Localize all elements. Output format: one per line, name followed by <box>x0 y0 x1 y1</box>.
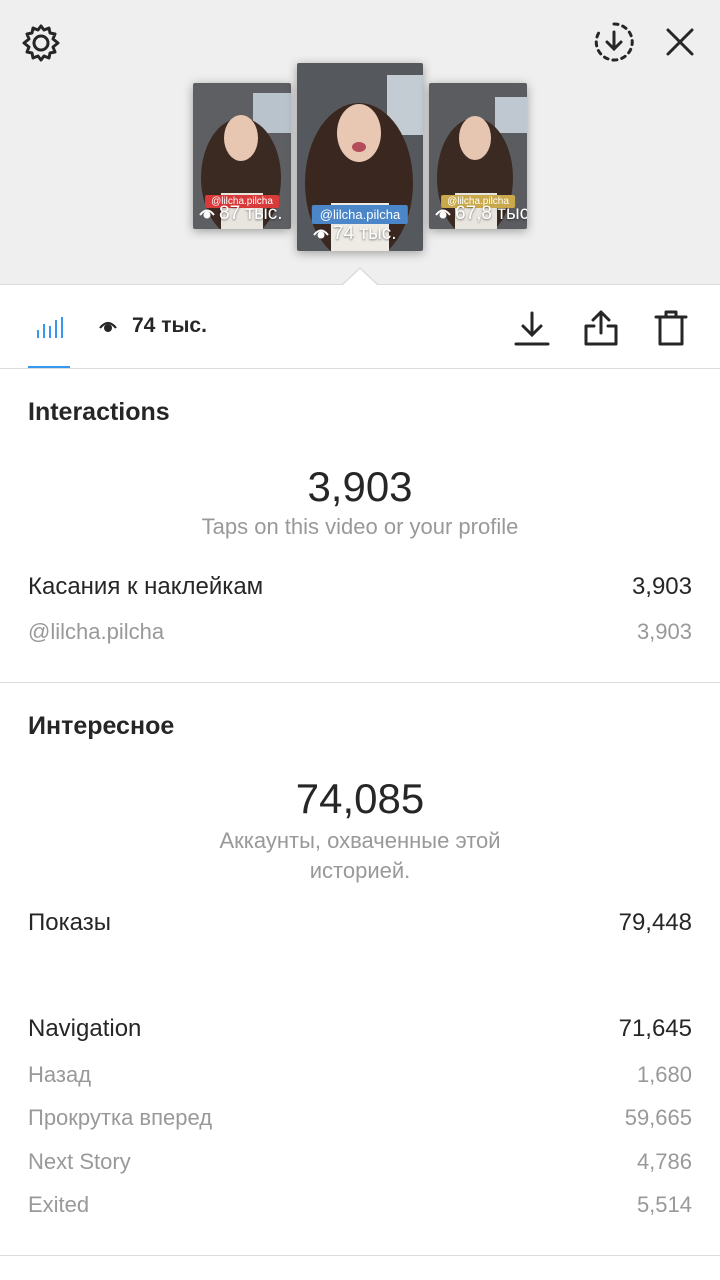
view-count: 67,8 тыс. <box>435 203 527 225</box>
gear-icon[interactable] <box>20 22 62 64</box>
eye-icon <box>199 209 215 219</box>
selection-pointer <box>342 269 378 286</box>
mention-taps-row: @lilcha.pilcha 3,903 <box>28 619 692 645</box>
interactions-total: 3,903 <box>307 463 413 510</box>
story-thumbnail-selected[interactable]: @lilcha.pilcha 74 тыс. <box>297 63 423 251</box>
close-icon[interactable] <box>660 22 700 62</box>
viewers-count: 74 тыс. <box>132 314 207 337</box>
active-tab-indicator <box>28 366 70 368</box>
eye-icon <box>99 321 117 332</box>
eye-icon <box>435 209 451 219</box>
section-divider <box>0 682 720 683</box>
sticker-taps-label: Касания к наклейкам <box>28 573 264 600</box>
nav-forward-label: Прокрутка вперед <box>28 1105 213 1130</box>
nav-back-row: Назад 1,680 <box>28 1062 692 1088</box>
view-count-value: 67,8 тыс. <box>455 203 527 224</box>
nav-exited-row: Exited 5,514 <box>28 1192 692 1218</box>
nav-next-story-value: 4,786 <box>636 1149 692 1174</box>
impressions-value: 79,448 <box>618 909 692 936</box>
nav-exited-label: Exited <box>28 1192 90 1217</box>
reach-total: 74,085 <box>295 775 425 822</box>
trash-icon[interactable] <box>651 308 691 348</box>
nav-forward-value: 59,665 <box>624 1105 692 1130</box>
eye-icon <box>313 229 329 239</box>
nav-back-label: Назад <box>28 1062 92 1087</box>
impressions-label: Показы <box>28 909 111 936</box>
view-count: 74 тыс. <box>313 223 397 245</box>
navigation-value: 71,645 <box>618 1015 692 1042</box>
reach-caption: Аккаунты, охваченные этой историей. <box>219 828 501 883</box>
share-icon[interactable] <box>581 308 621 348</box>
view-count-value: 87 тыс. <box>219 203 283 224</box>
mention-taps-label: @lilcha.pilcha <box>28 619 165 644</box>
story-thumbnail[interactable]: @lilcha.pilcha 87 тыс. <box>193 83 291 229</box>
interactions-caption: Taps on this video or your profile <box>201 514 519 539</box>
story-preview-area: @lilcha.pilcha 87 тыс. @lilcha.pilcha 74… <box>0 0 720 286</box>
nav-back-value: 1,680 <box>636 1062 692 1087</box>
download-icon[interactable] <box>512 308 552 348</box>
navigation-label: Navigation <box>28 1015 142 1042</box>
mention-taps-value: 3,903 <box>636 619 692 644</box>
view-count: 87 тыс. <box>199 203 283 225</box>
nav-next-story-row: Next Story 4,786 <box>28 1149 692 1175</box>
discovery-title: Интересное <box>28 712 175 740</box>
view-count-value: 74 тыс. <box>333 223 397 244</box>
navigation-row: Navigation 71,645 <box>28 1015 692 1043</box>
story-thumbnail[interactable]: @lilcha.pilcha 67,8 тыс. <box>429 83 527 229</box>
impressions-row: Показы 79,448 <box>28 909 692 937</box>
download-circle-icon[interactable] <box>592 20 636 64</box>
bar-chart-icon[interactable] <box>30 314 70 344</box>
sticker-taps-row: Касания к наклейкам 3,903 <box>28 573 692 601</box>
viewers-button[interactable]: 74 тыс. <box>98 314 207 338</box>
story-toolbar: 74 тыс. <box>0 286 720 369</box>
interactions-title: Interactions <box>28 398 170 426</box>
section-divider <box>0 1255 720 1256</box>
nav-next-story-label: Next Story <box>28 1149 131 1174</box>
sticker-taps-value: 3,903 <box>631 573 692 600</box>
nav-exited-value: 5,514 <box>636 1192 692 1217</box>
mention-sticker: @lilcha.pilcha <box>311 205 409 224</box>
nav-forward-row: Прокрутка вперед 59,665 <box>28 1105 692 1131</box>
